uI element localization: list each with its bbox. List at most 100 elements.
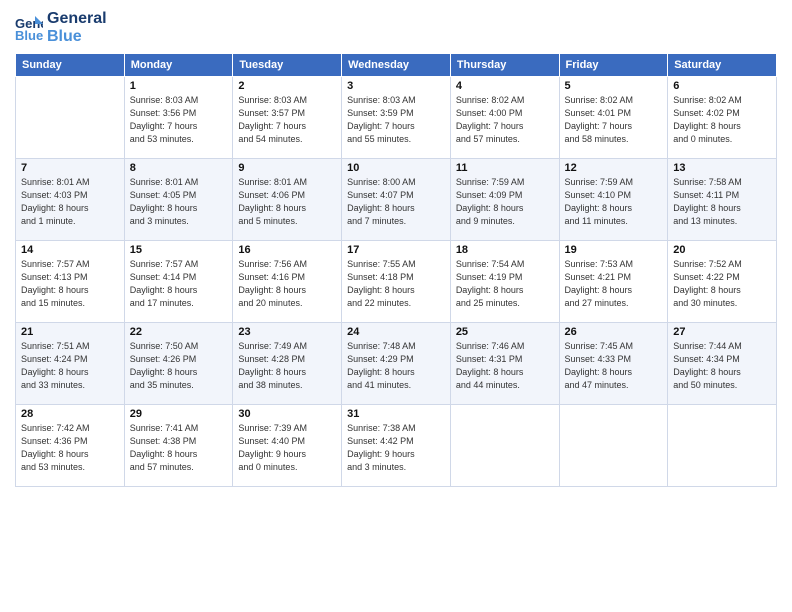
day-cell: 24 Sunrise: 7:48 AM Sunset: 4:29 PM Dayli… xyxy=(342,323,451,405)
day-info: Sunrise: 7:57 AM Sunset: 4:14 PM Dayligh… xyxy=(130,258,228,310)
day-cell: 16Sunrise: 7:56 AM Sunset: 4:16 PM Dayli… xyxy=(233,241,342,323)
calendar-table: SundayMondayTuesdayWednesdayThursdayFrid… xyxy=(15,53,777,487)
day-number: 30 xyxy=(238,408,336,420)
day-number: 3 xyxy=(347,80,445,92)
day-info: Sunrise: 7:50 AM Sunset: 4:26 PM Dayligh… xyxy=(130,340,228,392)
day-number: 23 xyxy=(238,326,336,338)
day-cell: 20Sunrise: 7:52 AM Sunset: 4:22 PM Dayli… xyxy=(668,241,777,323)
day-number: 2 xyxy=(238,80,336,92)
day-info: Sunrise: 7:51 AM Sunset: 4:24 PM Dayligh… xyxy=(21,340,119,392)
day-number: 15 xyxy=(130,244,228,256)
day-number: 18 xyxy=(456,244,554,256)
calendar-page: General Blue General Blue SundayMondayTu… xyxy=(0,0,792,612)
day-number: 4 xyxy=(456,80,554,92)
day-cell: 5 Sunrise: 8:02 AM Sunset: 4:01 PM Daylig… xyxy=(559,77,668,159)
day-cell: 30 Sunrise: 7:39 AM Sunset: 4:40 PM Dayli… xyxy=(233,405,342,487)
logo-icon: General Blue xyxy=(15,14,43,42)
day-info: Sunrise: 7:53 AM Sunset: 4:21 PM Dayligh… xyxy=(565,258,663,310)
day-info: Sunrise: 8:03 AM Sunset: 3:56 PM Dayligh… xyxy=(130,94,228,146)
weekday-header-sunday: Sunday xyxy=(16,54,125,77)
day-cell: 6Sunrise: 8:02 AM Sunset: 4:02 PM Daylig… xyxy=(668,77,777,159)
day-info: Sunrise: 7:38 AM Sunset: 4:42 PM Dayligh… xyxy=(347,422,445,474)
day-info: Sunrise: 7:56 AM Sunset: 4:16 PM Dayligh… xyxy=(238,258,336,310)
day-cell: 23 Sunrise: 7:49 AM Sunset: 4:28 PM Dayli… xyxy=(233,323,342,405)
day-cell: 17Sunrise: 7:55 AM Sunset: 4:18 PM Dayli… xyxy=(342,241,451,323)
day-info: Sunrise: 7:58 AM Sunset: 4:11 PM Dayligh… xyxy=(673,176,771,228)
day-cell: 19 Sunrise: 7:53 AM Sunset: 4:21 PM Dayli… xyxy=(559,241,668,323)
week-row-2: 7 Sunrise: 8:01 AM Sunset: 4:03 PM Daylig… xyxy=(16,159,777,241)
weekday-header-monday: Monday xyxy=(124,54,233,77)
day-cell: 9 Sunrise: 8:01 AM Sunset: 4:06 PM Daylig… xyxy=(233,159,342,241)
day-info: Sunrise: 8:01 AM Sunset: 4:03 PM Dayligh… xyxy=(21,176,119,228)
day-number: 11 xyxy=(456,162,554,174)
day-info: Sunrise: 7:55 AM Sunset: 4:18 PM Dayligh… xyxy=(347,258,445,310)
weekday-header-friday: Friday xyxy=(559,54,668,77)
day-cell: 18 Sunrise: 7:54 AM Sunset: 4:19 PM Dayli… xyxy=(450,241,559,323)
day-number: 26 xyxy=(565,326,663,338)
day-info: Sunrise: 7:59 AM Sunset: 4:09 PM Dayligh… xyxy=(456,176,554,228)
week-row-1: 1 Sunrise: 8:03 AM Sunset: 3:56 PM Daylig… xyxy=(16,77,777,159)
day-info: Sunrise: 7:44 AM Sunset: 4:34 PM Dayligh… xyxy=(673,340,771,392)
header: General Blue General Blue xyxy=(15,10,777,45)
day-cell: 28 Sunrise: 7:42 AM Sunset: 4:36 PM Dayli… xyxy=(16,405,125,487)
day-number: 22 xyxy=(130,326,228,338)
day-info: Sunrise: 7:46 AM Sunset: 4:31 PM Dayligh… xyxy=(456,340,554,392)
day-info: Sunrise: 7:48 AM Sunset: 4:29 PM Dayligh… xyxy=(347,340,445,392)
day-cell: 2 Sunrise: 8:03 AM Sunset: 3:57 PM Daylig… xyxy=(233,77,342,159)
day-cell: 7 Sunrise: 8:01 AM Sunset: 4:03 PM Daylig… xyxy=(16,159,125,241)
day-number: 25 xyxy=(456,326,554,338)
day-cell: 3 Sunrise: 8:03 AM Sunset: 3:59 PM Daylig… xyxy=(342,77,451,159)
day-cell: 4 Sunrise: 8:02 AM Sunset: 4:00 PM Daylig… xyxy=(450,77,559,159)
day-number: 20 xyxy=(673,244,771,256)
day-info: Sunrise: 7:49 AM Sunset: 4:28 PM Dayligh… xyxy=(238,340,336,392)
day-cell: 12 Sunrise: 7:59 AM Sunset: 4:10 PM Dayli… xyxy=(559,159,668,241)
day-number: 19 xyxy=(565,244,663,256)
logo: General Blue General Blue xyxy=(15,10,107,45)
week-row-4: 21 Sunrise: 7:51 AM Sunset: 4:24 PM Dayli… xyxy=(16,323,777,405)
day-number: 28 xyxy=(21,408,119,420)
day-number: 21 xyxy=(21,326,119,338)
day-cell: 1 Sunrise: 8:03 AM Sunset: 3:56 PM Daylig… xyxy=(124,77,233,159)
day-number: 12 xyxy=(565,162,663,174)
day-info: Sunrise: 7:54 AM Sunset: 4:19 PM Dayligh… xyxy=(456,258,554,310)
day-info: Sunrise: 8:02 AM Sunset: 4:02 PM Dayligh… xyxy=(673,94,771,146)
weekday-header-row: SundayMondayTuesdayWednesdayThursdayFrid… xyxy=(16,54,777,77)
day-info: Sunrise: 8:03 AM Sunset: 3:57 PM Dayligh… xyxy=(238,94,336,146)
day-number: 1 xyxy=(130,80,228,92)
day-number: 27 xyxy=(673,326,771,338)
day-number: 9 xyxy=(238,162,336,174)
day-cell: 29 Sunrise: 7:41 AM Sunset: 4:38 PM Dayli… xyxy=(124,405,233,487)
day-info: Sunrise: 7:39 AM Sunset: 4:40 PM Dayligh… xyxy=(238,422,336,474)
day-number: 5 xyxy=(565,80,663,92)
weekday-header-tuesday: Tuesday xyxy=(233,54,342,77)
day-cell: 31 Sunrise: 7:38 AM Sunset: 4:42 PM Dayli… xyxy=(342,405,451,487)
day-info: Sunrise: 7:41 AM Sunset: 4:38 PM Dayligh… xyxy=(130,422,228,474)
day-cell: 22 Sunrise: 7:50 AM Sunset: 4:26 PM Dayli… xyxy=(124,323,233,405)
day-info: Sunrise: 8:01 AM Sunset: 4:06 PM Dayligh… xyxy=(238,176,336,228)
day-number: 10 xyxy=(347,162,445,174)
day-number: 31 xyxy=(347,408,445,420)
day-cell xyxy=(16,77,125,159)
svg-text:Blue: Blue xyxy=(15,28,43,42)
week-row-3: 14Sunrise: 7:57 AM Sunset: 4:13 PM Dayli… xyxy=(16,241,777,323)
day-cell: 14Sunrise: 7:57 AM Sunset: 4:13 PM Dayli… xyxy=(16,241,125,323)
day-number: 24 xyxy=(347,326,445,338)
day-cell: 10Sunrise: 8:00 AM Sunset: 4:07 PM Dayli… xyxy=(342,159,451,241)
day-info: Sunrise: 7:59 AM Sunset: 4:10 PM Dayligh… xyxy=(565,176,663,228)
weekday-header-saturday: Saturday xyxy=(668,54,777,77)
day-info: Sunrise: 8:02 AM Sunset: 4:01 PM Dayligh… xyxy=(565,94,663,146)
day-cell xyxy=(450,405,559,487)
day-cell xyxy=(559,405,668,487)
day-info: Sunrise: 8:02 AM Sunset: 4:00 PM Dayligh… xyxy=(456,94,554,146)
day-cell: 11 Sunrise: 7:59 AM Sunset: 4:09 PM Dayli… xyxy=(450,159,559,241)
day-number: 7 xyxy=(21,162,119,174)
day-info: Sunrise: 7:45 AM Sunset: 4:33 PM Dayligh… xyxy=(565,340,663,392)
logo-text: General Blue xyxy=(47,10,107,45)
day-cell: 21 Sunrise: 7:51 AM Sunset: 4:24 PM Dayli… xyxy=(16,323,125,405)
day-cell: 8Sunrise: 8:01 AM Sunset: 4:05 PM Daylig… xyxy=(124,159,233,241)
day-cell: 15 Sunrise: 7:57 AM Sunset: 4:14 PM Dayli… xyxy=(124,241,233,323)
day-info: Sunrise: 7:42 AM Sunset: 4:36 PM Dayligh… xyxy=(21,422,119,474)
day-number: 13 xyxy=(673,162,771,174)
day-number: 29 xyxy=(130,408,228,420)
day-info: Sunrise: 8:03 AM Sunset: 3:59 PM Dayligh… xyxy=(347,94,445,146)
